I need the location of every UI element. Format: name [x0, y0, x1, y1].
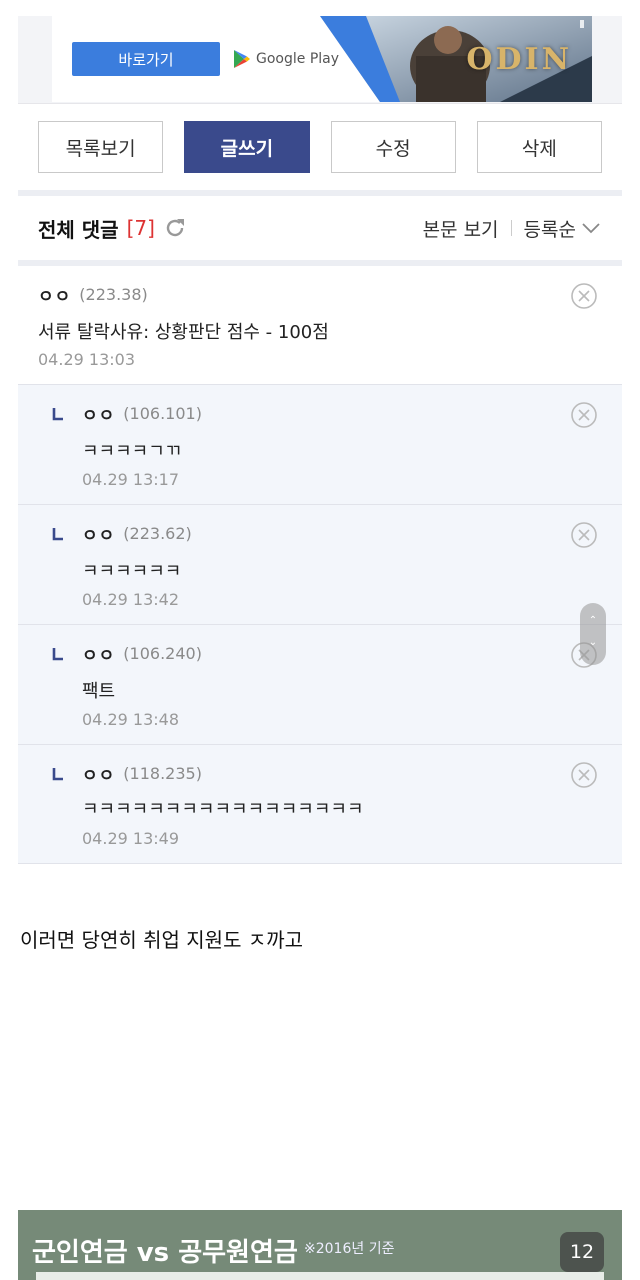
comment-ip: (106.101)	[123, 404, 202, 423]
ad-go-button[interactable]: 바로가기	[72, 42, 220, 76]
refresh-icon[interactable]	[163, 216, 187, 240]
sort-select[interactable]: 등록순	[524, 215, 576, 242]
ad-content[interactable]: 바로가기 Google Play ODIN	[52, 16, 592, 102]
comment-item: ㅇㅇ (223.38) 서류 탈락사유: 상황판단 점수 - 100점 04.2…	[18, 266, 622, 385]
embedded-image[interactable]: 군인연금 vs 공무원연금 ※2016년 기준	[18, 1210, 622, 1280]
comment-author[interactable]: ㅇㅇ	[82, 521, 115, 546]
comment-ip: (118.235)	[123, 764, 202, 783]
comment-author[interactable]: ㅇㅇ	[82, 401, 115, 426]
comment-date: 04.29 13:48	[82, 710, 179, 729]
comment-author[interactable]: ㅇㅇ	[82, 641, 115, 666]
list-button[interactable]: 목록보기	[38, 121, 164, 173]
chevron-down-icon[interactable]	[582, 222, 600, 234]
post-text: 이러면 당연히 취업 지원도 ㅈ까고	[20, 928, 304, 952]
close-icon[interactable]	[570, 282, 598, 310]
reply-arrow-icon	[52, 408, 63, 421]
delete-button[interactable]: 삭제	[476, 121, 602, 173]
reply-item: ㅇㅇ (223.62) ㅋㅋㅋㅋㅋㅋ 04.29 13:42	[18, 505, 622, 625]
comment-author[interactable]: ㅇㅇ	[82, 761, 115, 786]
view-body-link[interactable]: 본문 보기	[423, 215, 499, 242]
scroll-handle[interactable]: ⌃ ⌄	[580, 603, 606, 665]
comment-date: 04.29 13:03	[38, 350, 135, 369]
image-title: 군인연금 vs 공무원연금	[32, 1238, 298, 1268]
google-play-icon	[234, 50, 250, 68]
page: 바로가기 Google Play ODIN 목록보기 글쓰기 수정 삭제 전체 …	[0, 0, 640, 1280]
comment-meta: ㅇㅇ (118.235)	[82, 761, 202, 786]
comment-meta: ㅇㅇ (223.62)	[82, 521, 192, 546]
ad-game-logo: ODIN	[466, 42, 572, 77]
comment-author[interactable]: ㅇㅇ	[38, 282, 71, 307]
comment-ip: (106.240)	[123, 644, 202, 663]
comments-title: 전체 댓글	[38, 217, 119, 242]
comment-date: 04.29 13:42	[82, 590, 179, 609]
reply-item: ㅇㅇ (106.101) ㅋㅋㅋㅋㄱㄲ 04.29 13:17	[18, 385, 622, 505]
chevron-down-icon: ⌄	[588, 637, 598, 648]
post-toolbar: 목록보기 글쓰기 수정 삭제	[38, 121, 602, 173]
comment-text: 서류 탈락사유: 상황판단 점수 - 100점	[38, 322, 329, 343]
comment-meta: ㅇㅇ (106.240)	[82, 641, 202, 666]
divider	[510, 220, 512, 236]
reply-arrow-icon	[52, 648, 63, 661]
ad-info-mark	[580, 20, 584, 28]
comments-header: 전체 댓글 [7] 본문 보기 등록순	[18, 196, 622, 260]
page-count-badge: 12	[560, 1232, 604, 1272]
ad-banner[interactable]: 바로가기 Google Play ODIN	[18, 16, 622, 104]
reply-arrow-icon	[52, 528, 63, 541]
comment-meta: ㅇㅇ (106.101)	[82, 401, 202, 426]
comments-count: [7]	[126, 216, 155, 240]
comment-date: 04.29 13:17	[82, 470, 179, 489]
comment-meta: ㅇㅇ (223.38)	[38, 282, 148, 307]
comment-ip: (223.62)	[123, 524, 192, 543]
comment-ip: (223.38)	[79, 285, 148, 304]
write-button[interactable]: 글쓰기	[184, 121, 310, 173]
comment-text: ㅋㅋㅋㅋㅋㅋㅋㅋㅋㅋㅋㅋㅋㅋㅋㅋㅋ	[82, 799, 364, 820]
chevron-up-icon: ⌃	[588, 615, 598, 626]
edit-button[interactable]: 수정	[330, 121, 456, 173]
image-table-top	[36, 1272, 604, 1280]
comment-text: ㅋㅋㅋㅋㅋㅋ	[82, 561, 182, 582]
comment-date: 04.29 13:49	[82, 829, 179, 848]
close-icon[interactable]	[570, 761, 598, 789]
comment-text: ㅋㅋㅋㅋㄱㄲ	[82, 441, 182, 462]
reply-item: ㅇㅇ (118.235) ㅋㅋㅋㅋㅋㅋㅋㅋㅋㅋㅋㅋㅋㅋㅋㅋㅋ 04.29 13:…	[18, 745, 622, 864]
reply-item: ㅇㅇ (106.240) 팩트 04.29 13:48	[18, 625, 622, 745]
image-note: ※2016년 기준	[304, 1241, 395, 1257]
comments-controls: 본문 보기 등록순	[423, 215, 600, 242]
close-icon[interactable]	[570, 401, 598, 429]
close-icon[interactable]	[570, 521, 598, 549]
comment-text: 팩트	[82, 681, 116, 702]
reply-arrow-icon	[52, 768, 63, 781]
